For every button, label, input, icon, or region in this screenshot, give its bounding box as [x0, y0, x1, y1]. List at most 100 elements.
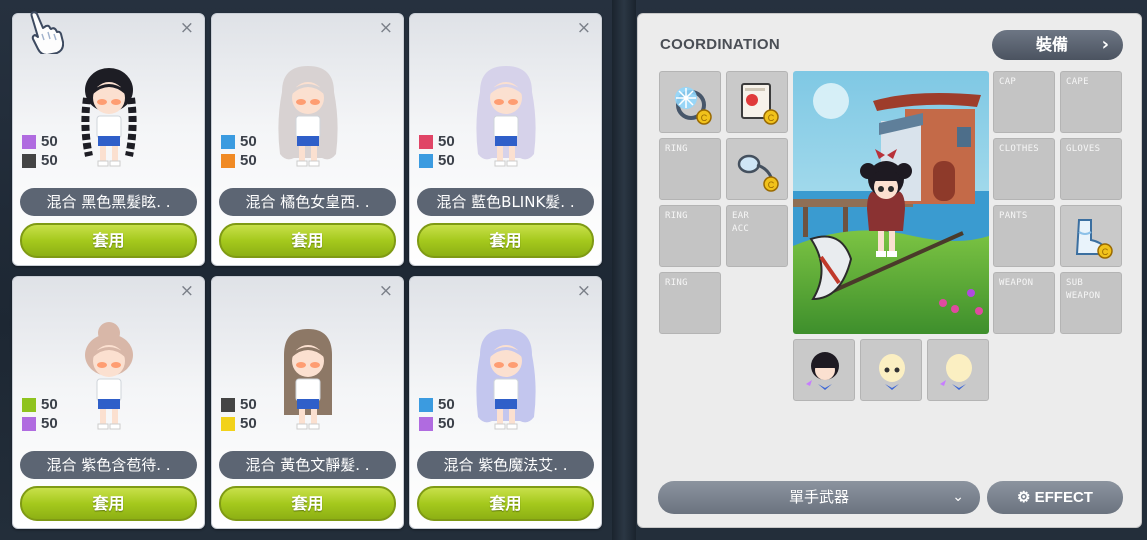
- chevron-down-icon: ⌄: [952, 489, 964, 505]
- svg-text:C: C: [1102, 247, 1109, 257]
- stat-swatch: [22, 416, 36, 431]
- stat-row: 50: [221, 151, 257, 170]
- stat-value: 50: [438, 415, 455, 432]
- stat-swatch: [221, 397, 235, 412]
- svg-text:C: C: [701, 113, 708, 123]
- stat-value: 50: [41, 152, 58, 169]
- slot-pants[interactable]: PANTS: [993, 205, 1055, 267]
- slot-ring[interactable]: RING: [659, 205, 721, 267]
- apply-button[interactable]: 套用: [20, 486, 197, 521]
- slot-label: CLOTHES: [999, 144, 1040, 154]
- close-icon[interactable]: ×: [379, 281, 393, 301]
- slot-label: SUB WEAPON: [1066, 278, 1101, 301]
- hair-name: 混合 紫色魔法艾. .: [417, 451, 594, 479]
- slot-label: GLOVES: [1066, 144, 1101, 154]
- stat-swatch: [221, 153, 235, 168]
- stat-row: 50: [22, 414, 58, 433]
- svg-text:C: C: [768, 180, 775, 190]
- face-icon: [879, 354, 905, 390]
- slot-gloves[interactable]: GLOVES: [1060, 138, 1122, 200]
- hand-cursor-icon: [30, 11, 64, 54]
- stat-value: 50: [240, 415, 257, 432]
- close-icon[interactable]: ×: [577, 281, 591, 301]
- character-preview: [793, 71, 989, 334]
- apply-button[interactable]: 套用: [219, 486, 396, 521]
- snowflake-ring-icon: C: [675, 87, 712, 125]
- hair-card: × 50 50 混合 藍色BLINK髮. . 套用: [409, 13, 602, 266]
- hair-name: 混合 紫色含苞待. .: [20, 451, 197, 479]
- close-icon[interactable]: ×: [577, 18, 591, 38]
- stat-value: 50: [240, 396, 257, 413]
- stat-value: 50: [41, 415, 58, 432]
- slot-weapon[interactable]: WEAPON: [993, 272, 1055, 334]
- stat-list: 50 50: [22, 395, 58, 433]
- stat-swatch: [419, 397, 433, 412]
- skin-icon: [940, 354, 972, 390]
- hair-card: × 50 50 混合 黃色文靜髮. . 套用: [211, 276, 404, 529]
- stat-swatch: [22, 153, 36, 168]
- slot-ring[interactable]: RING: [659, 272, 721, 334]
- slot-face[interactable]: [860, 339, 922, 401]
- stat-value: 50: [438, 133, 455, 150]
- apply-button[interactable]: 套用: [219, 223, 396, 258]
- stat-row: 50: [419, 414, 455, 433]
- stat-value: 50: [240, 152, 257, 169]
- slot-skin[interactable]: [927, 339, 989, 401]
- slot-clothes[interactable]: CLOTHES: [993, 138, 1055, 200]
- apply-button[interactable]: 套用: [20, 223, 197, 258]
- stat-value: 50: [240, 133, 257, 150]
- slot-label: CAP: [999, 77, 1017, 87]
- slot-label: CAPE: [1066, 77, 1089, 87]
- close-icon[interactable]: ×: [379, 18, 393, 38]
- hair-icon: [806, 352, 839, 390]
- close-icon[interactable]: ×: [180, 281, 194, 301]
- slot-ring-snowflake[interactable]: C: [659, 71, 721, 133]
- slot-sub-weapon[interactable]: SUB WEAPON: [1060, 272, 1122, 334]
- card-item-icon: C: [741, 83, 779, 125]
- avatar: [84, 322, 133, 430]
- slot-ring[interactable]: RING: [659, 138, 721, 200]
- slot-ear-accessory[interactable]: EAR ACC: [726, 205, 788, 267]
- apply-button[interactable]: 套用: [417, 223, 594, 258]
- stat-swatch: [22, 134, 36, 149]
- stat-swatch: [419, 134, 433, 149]
- slot-card-item[interactable]: C: [726, 71, 788, 133]
- glasses-icon: C: [737, 154, 779, 192]
- stat-swatch: [221, 134, 235, 149]
- stat-list: 50 50: [419, 395, 455, 433]
- apply-button[interactable]: 套用: [417, 486, 594, 521]
- stat-list: 50 50: [221, 395, 257, 433]
- stat-value: 50: [41, 396, 58, 413]
- hair-card: × 50 50 混合 橘色女皇西. . 套用: [211, 13, 404, 266]
- hair-name: 混合 黑色黑髮眩. .: [20, 188, 197, 216]
- slot-hair[interactable]: [793, 339, 855, 401]
- panel-title: COORDINATION: [660, 36, 780, 53]
- hair-card: × 50 50 混合 紫色魔法艾. . 套用: [409, 276, 602, 529]
- slot-eye-accessory[interactable]: C: [726, 138, 788, 200]
- background-divider: [612, 0, 636, 540]
- svg-text:C: C: [768, 113, 775, 123]
- avatar: [80, 68, 137, 167]
- stat-list: 50 50: [22, 132, 58, 170]
- hair-name: 混合 橘色女皇西. .: [219, 188, 396, 216]
- slot-cape[interactable]: CAPE: [1060, 71, 1122, 133]
- stat-row: 50: [22, 151, 58, 170]
- weapon-type-select[interactable]: 單手武器 ⌄: [658, 481, 980, 514]
- equip-button[interactable]: 裝備 ›: [992, 30, 1123, 60]
- slot-cap[interactable]: CAP: [993, 71, 1055, 133]
- stat-list: 50 50: [419, 132, 455, 170]
- stat-row: 50: [419, 151, 455, 170]
- close-icon[interactable]: ×: [180, 18, 194, 38]
- stat-row: 50: [22, 132, 58, 151]
- slot-label: PANTS: [999, 211, 1028, 221]
- stat-value: 50: [438, 396, 455, 413]
- hair-name: 混合 藍色BLINK髮. .: [417, 188, 594, 216]
- stat-swatch: [419, 153, 433, 168]
- stat-row: 50: [221, 414, 257, 433]
- shoes-icon: C: [1075, 219, 1113, 259]
- stat-list: 50 50: [221, 132, 257, 170]
- slot-shoes[interactable]: C: [1060, 205, 1122, 267]
- stat-swatch: [22, 397, 36, 412]
- effect-button[interactable]: ⚙ EFFECT: [987, 481, 1123, 514]
- hair-name: 混合 黃色文靜髮. .: [219, 451, 396, 479]
